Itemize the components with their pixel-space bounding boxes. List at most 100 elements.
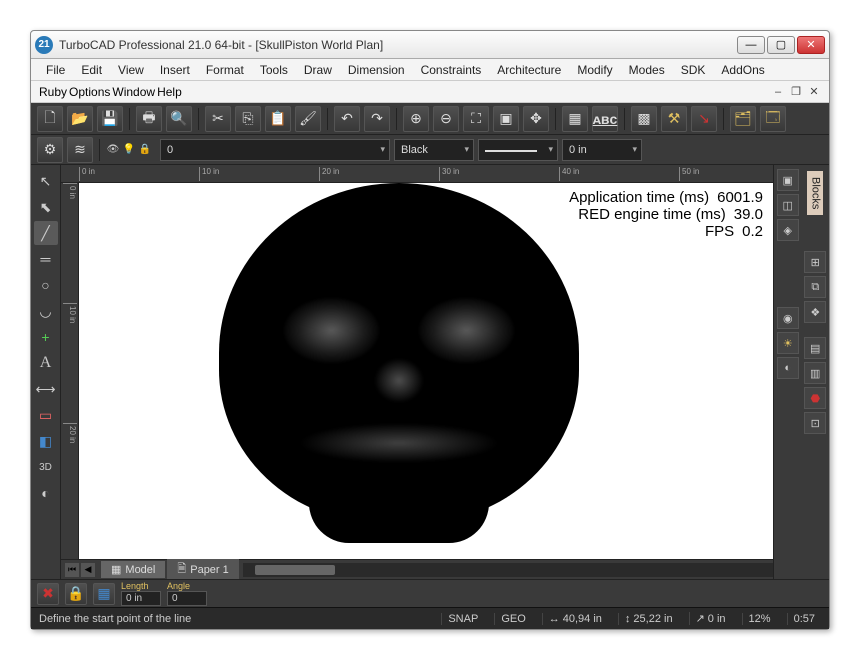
select-edit-tool[interactable]: ⬉: [34, 195, 58, 219]
paste-button[interactable]: 📋: [265, 106, 291, 132]
tab-paper-1[interactable]: 🗎Paper 1: [167, 558, 238, 581]
menu-modify[interactable]: Modify: [570, 61, 619, 79]
hatch-button[interactable]: ▩: [631, 106, 657, 132]
menu-options[interactable]: Options: [69, 85, 110, 99]
color-dropdown[interactable]: Black: [394, 139, 474, 161]
explorer-button[interactable]: 🗂: [730, 106, 756, 132]
text-tool[interactable]: A: [34, 351, 58, 375]
help-button[interactable]: ↘: [691, 106, 717, 132]
line-tool[interactable]: ╱: [34, 221, 58, 245]
visible-icon[interactable]: 👁: [106, 143, 120, 157]
blocks-panel-tab[interactable]: Blocks: [807, 171, 823, 215]
mdi-close-button[interactable]: ✕: [807, 85, 821, 99]
open-button[interactable]: 📂: [67, 106, 93, 132]
menu-insert[interactable]: Insert: [153, 61, 197, 79]
length-field[interactable]: Length 0 in: [121, 581, 161, 606]
menu-ruby[interactable]: Ruby: [39, 85, 67, 99]
panel-button[interactable]: ⬣: [804, 387, 826, 409]
panel-button[interactable]: ⊡: [804, 412, 826, 434]
cut-button[interactable]: ✂: [205, 106, 231, 132]
panel-button[interactable]: ⧉: [804, 276, 826, 298]
menu-modes[interactable]: Modes: [622, 61, 672, 79]
zoom-out-button[interactable]: ⊖: [433, 106, 459, 132]
save-button[interactable]: 💾: [97, 106, 123, 132]
pan-button[interactable]: ✥: [523, 106, 549, 132]
layer-button[interactable]: ≋: [67, 137, 93, 163]
properties-button[interactable]: ⚒: [661, 106, 687, 132]
panel-button[interactable]: ⊞: [804, 251, 826, 273]
menu-view[interactable]: View: [111, 61, 151, 79]
linetype-dropdown[interactable]: [478, 139, 558, 161]
rectangle-tool[interactable]: ▭: [34, 403, 58, 427]
tab-prev-button[interactable]: ◀: [81, 563, 95, 577]
length-value[interactable]: 0 in: [121, 591, 161, 606]
circle-tool[interactable]: ○: [34, 273, 58, 297]
settings-button[interactable]: ⚙: [37, 137, 63, 163]
panel-button[interactable]: ❖: [804, 301, 826, 323]
select-tool[interactable]: ↖: [34, 169, 58, 193]
lightbulb-icon[interactable]: 💡: [122, 143, 136, 157]
tab-first-button[interactable]: ⏮: [65, 563, 79, 577]
zoom-extents-button[interactable]: ▣: [493, 106, 519, 132]
menu-format[interactable]: Format: [199, 61, 251, 79]
minimize-button[interactable]: —: [737, 36, 765, 54]
menu-edit[interactable]: Edit: [74, 61, 109, 79]
lock-button[interactable]: 🔒: [65, 583, 87, 605]
close-button[interactable]: ✕: [797, 36, 825, 54]
angle-value[interactable]: 0: [167, 591, 207, 606]
mdi-minimize-button[interactable]: –: [771, 85, 785, 99]
double-line-tool[interactable]: ═: [34, 247, 58, 271]
panel-button[interactable]: ◐: [777, 357, 799, 379]
menu-sdk[interactable]: SDK: [674, 61, 713, 79]
panel-button[interactable]: ☀: [777, 332, 799, 354]
panel-button[interactable]: ▣: [777, 169, 799, 191]
snap-toggle[interactable]: SNAP: [441, 613, 484, 625]
scrollbar-thumb[interactable]: [255, 565, 335, 575]
lineweight-dropdown[interactable]: 0 in: [562, 139, 642, 161]
dimension-tool[interactable]: ⟷: [34, 377, 58, 401]
panel-button[interactable]: ◫: [777, 194, 799, 216]
copy-button[interactable]: ⎘: [235, 106, 261, 132]
maximize-button[interactable]: ▢: [767, 36, 795, 54]
panel-button[interactable]: ▤: [804, 337, 826, 359]
new-button[interactable]: 🗋: [37, 106, 63, 132]
mdi-restore-button[interactable]: ❐: [789, 85, 803, 99]
angle-field[interactable]: Angle 0: [167, 581, 207, 606]
text-tool-button[interactable]: ᴀʙᴄ: [592, 106, 618, 132]
tab-model[interactable]: ▦Model: [101, 561, 165, 578]
panel-button[interactable]: ▥: [804, 362, 826, 384]
geo-toggle[interactable]: GEO: [494, 613, 531, 625]
palette-button[interactable]: 🗔: [760, 106, 786, 132]
layer-dropdown[interactable]: 0: [160, 139, 390, 161]
grid-button[interactable]: ▦: [93, 583, 115, 605]
box-tool[interactable]: ◧: [34, 429, 58, 453]
brush-button[interactable]: 🖌: [295, 106, 321, 132]
named-view-button[interactable]: ▦: [562, 106, 588, 132]
undo-button[interactable]: ↶: [334, 106, 360, 132]
panel-button[interactable]: ◉: [777, 307, 799, 329]
horizontal-scrollbar[interactable]: [243, 563, 773, 577]
menu-architecture[interactable]: Architecture: [490, 61, 568, 79]
menu-addons[interactable]: AddOns: [714, 61, 771, 79]
print-preview-button[interactable]: 🔍: [166, 106, 192, 132]
menu-help[interactable]: Help: [157, 85, 182, 99]
lock-icon[interactable]: 🔒: [138, 143, 152, 157]
drawing-canvas[interactable]: Application time (ms)6001.9 RED engine t…: [79, 183, 773, 559]
redo-button[interactable]: ↷: [364, 106, 390, 132]
point-tool[interactable]: +: [34, 325, 58, 349]
menu-file[interactable]: File: [39, 61, 72, 79]
3d-tool[interactable]: 3D: [34, 455, 58, 479]
menu-dimension[interactable]: Dimension: [341, 61, 412, 79]
arc-tool[interactable]: ◡: [34, 299, 58, 323]
menu-constraints[interactable]: Constraints: [414, 61, 489, 79]
zoom-in-button[interactable]: ⊕: [403, 106, 429, 132]
menu-window[interactable]: Window: [112, 85, 155, 99]
print-button[interactable]: 🖶: [136, 106, 162, 132]
zoom-level[interactable]: 12%: [742, 613, 777, 625]
panel-button[interactable]: ◈: [777, 219, 799, 241]
menu-draw[interactable]: Draw: [297, 61, 339, 79]
render-tool[interactable]: ◐: [34, 481, 58, 505]
zoom-window-button[interactable]: ⛶: [463, 106, 489, 132]
menu-tools[interactable]: Tools: [253, 61, 295, 79]
cancel-button[interactable]: ✖: [37, 583, 59, 605]
